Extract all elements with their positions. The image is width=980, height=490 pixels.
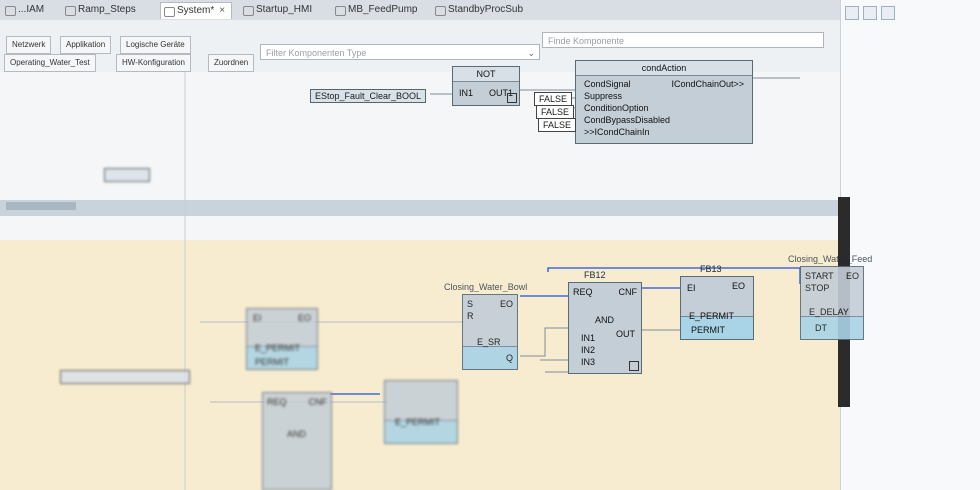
file-icon: [65, 6, 76, 16]
pin-permit[interactable]: PERMIT: [691, 325, 725, 335]
e-sr-block[interactable]: S EO R E_SR Q: [462, 294, 518, 370]
resize-icon: [507, 93, 517, 103]
pin-cond-bypass[interactable]: CondBypassDisabled: [584, 115, 670, 125]
pin-cnf[interactable]: CNF: [309, 397, 328, 407]
not-function-block[interactable]: NOT IN1 OUT1: [452, 66, 520, 106]
operating-water-test-button[interactable]: Operating_Water_Test: [4, 54, 96, 72]
tab-mb-feedpump[interactable]: MB_FeedPump: [332, 2, 423, 18]
assign-button[interactable]: Zuordnen: [208, 54, 255, 72]
block-title: condAction: [576, 61, 752, 76]
tab-system[interactable]: System* ×: [160, 2, 233, 19]
tab-standby-proc-sub[interactable]: StandbyProcSub: [432, 2, 529, 18]
pin-ei[interactable]: EI: [253, 313, 262, 323]
e-permit-block[interactable]: EI EO E_PERMIT PERMIT: [246, 308, 318, 370]
network-button[interactable]: Netzwerk: [6, 36, 52, 54]
file-icon: [435, 6, 446, 16]
e-permit-block[interactable]: E_PERMIT: [384, 380, 458, 444]
panel-button[interactable]: [881, 6, 895, 20]
pin-ei[interactable]: EI: [687, 283, 696, 293]
pin-eo[interactable]: EO: [732, 281, 745, 291]
block-type-label: E_PERMIT: [255, 343, 301, 353]
input-variable[interactable]: [60, 370, 190, 384]
file-icon: [335, 6, 346, 16]
pin-req[interactable]: REQ: [573, 287, 593, 297]
pin-cond-chain-in[interactable]: >>ICondChainIn: [584, 127, 650, 137]
pin-out[interactable]: OUT: [616, 329, 635, 339]
pin-dt[interactable]: DT: [815, 323, 827, 333]
and-function-block[interactable]: REQ CNF AND IN1 OUT IN2 IN3: [568, 282, 642, 374]
cond-action-block[interactable]: condAction CondSignal ICondChainOut>> Su…: [575, 60, 753, 144]
pin-in2[interactable]: IN2: [581, 345, 595, 355]
panel-button[interactable]: [845, 6, 859, 20]
pin-eo[interactable]: EO: [298, 313, 311, 323]
block-type-label: NOT: [453, 67, 519, 82]
pin-r[interactable]: R: [467, 311, 474, 321]
input-variable[interactable]: [104, 168, 150, 182]
false-constant[interactable]: FALSE: [536, 105, 575, 119]
block-type-label: E_PERMIT: [689, 311, 735, 321]
e-delay-block[interactable]: START EO STOP E_DELAY DT: [800, 266, 864, 340]
resize-icon: [629, 361, 639, 371]
instance-name: FB12: [584, 270, 606, 280]
filter-components-input[interactable]: Filter Komponenten Type ⌄: [260, 44, 540, 60]
tab-iam[interactable]: ...IAM: [2, 2, 50, 18]
pin-req[interactable]: REQ: [267, 397, 287, 407]
pin-start[interactable]: START: [805, 271, 834, 281]
logical-devices-button[interactable]: Logische Geräte: [120, 36, 191, 54]
block-type-label: E_DELAY: [809, 307, 849, 317]
pin-cnf[interactable]: CNF: [619, 287, 638, 297]
pin-condition-option[interactable]: ConditionOption: [584, 103, 649, 113]
file-icon: [164, 7, 175, 17]
find-component-input[interactable]: Finde Komponente: [542, 32, 824, 48]
input-variable[interactable]: EStop_Fault_Clear_BOOL: [310, 89, 427, 103]
e-permit-block[interactable]: EI EO E_PERMIT PERMIT: [680, 276, 754, 340]
tab-startup-hmi[interactable]: Startup_HMI: [240, 2, 318, 18]
pin-in[interactable]: IN1: [459, 88, 473, 98]
and-function-block[interactable]: REQ CNF AND: [262, 392, 332, 490]
block-type-label: AND: [287, 429, 307, 439]
pin-s[interactable]: S: [467, 299, 473, 309]
file-icon: [243, 6, 254, 16]
hw-config-button[interactable]: HW-Konfiguration: [116, 54, 191, 72]
pin-in1[interactable]: IN1: [581, 333, 595, 343]
diagram-canvas[interactable]: EStop_Fault_Clear_BOOL NOT IN1 OUT1 cond…: [0, 60, 872, 490]
panel-button[interactable]: [863, 6, 877, 20]
tab-ramp-steps[interactable]: Ramp_Steps: [62, 2, 142, 18]
instance-name: FB13: [700, 264, 722, 274]
false-constant[interactable]: FALSE: [538, 118, 577, 132]
block-type-label: AND: [595, 315, 615, 325]
chevron-down-icon[interactable]: ⌄: [527, 45, 535, 61]
pin-eo[interactable]: EO: [846, 271, 859, 281]
pin-eo[interactable]: EO: [500, 299, 513, 309]
editor-tab-bar: ...IAM Ramp_Steps System* × Startup_HMI M…: [0, 0, 840, 21]
right-side-panel: [840, 0, 980, 490]
instance-name: Closing_Water_Bowl: [444, 282, 528, 292]
file-icon: [5, 6, 16, 16]
pin-in3[interactable]: IN3: [581, 357, 595, 367]
pin-q[interactable]: Q: [506, 353, 513, 363]
pin-suppress[interactable]: Suppress: [584, 91, 622, 101]
false-constant[interactable]: FALSE: [534, 92, 573, 106]
application-button[interactable]: Applikation: [60, 36, 112, 54]
block-type-label: E_PERMIT: [395, 417, 441, 427]
pin-cond-signal[interactable]: CondSignal: [584, 79, 631, 89]
pin-permit[interactable]: PERMIT: [255, 357, 289, 367]
close-icon[interactable]: ×: [219, 5, 225, 16]
pin-cond-out[interactable]: ICondChainOut>>: [671, 79, 744, 89]
block-type-label: E_SR: [477, 337, 501, 347]
instance-name: Closing_Water_Feed: [788, 254, 873, 264]
pin-stop[interactable]: STOP: [805, 283, 829, 293]
